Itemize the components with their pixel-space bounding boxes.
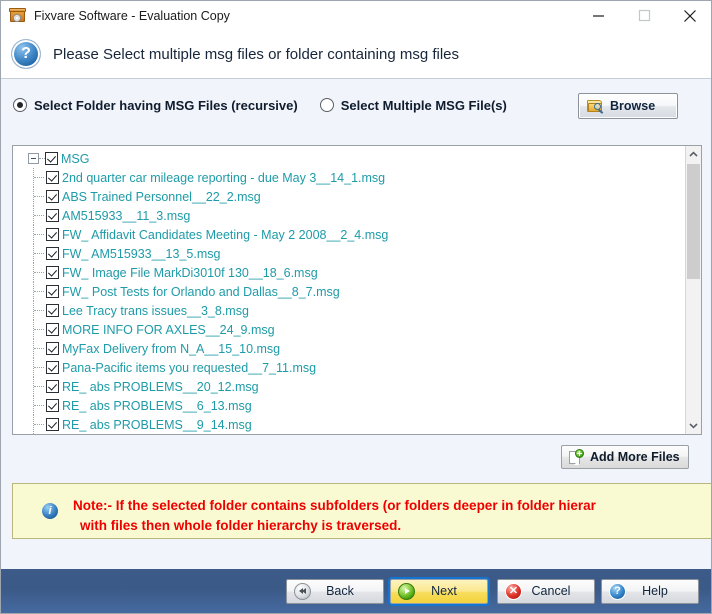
cancel-button[interactable]: ✕ Cancel xyxy=(497,578,595,604)
question-mark-icon: ? xyxy=(11,39,41,69)
tree-file-label: MyFax Delivery from N_A__15_10.msg xyxy=(62,341,281,356)
minimize-icon[interactable] xyxy=(575,1,621,30)
cancel-x-icon: ✕ xyxy=(505,582,522,600)
radio-multi-mark xyxy=(319,98,334,112)
page-title: Please Select multiple msg files or fold… xyxy=(53,45,460,63)
tree-file-item[interactable]: Pana-Pacific items you requested__7_11.m… xyxy=(13,358,685,377)
rewind-icon xyxy=(294,582,311,600)
tree-file-item[interactable]: FW_ Affidavit Candidates Meeting - May 2… xyxy=(13,225,685,244)
tree-file-checkbox[interactable] xyxy=(46,285,59,298)
tree-file-item[interactable]: RE_ abs PROBLEMS__6_13.msg xyxy=(13,396,685,415)
tree-file-checkbox[interactable] xyxy=(46,380,59,393)
tree-file-item[interactable]: RE_ abs PROBLEMS__20_12.msg xyxy=(13,377,685,396)
radio-select-folder[interactable]: Select Folder having MSG Files (recursiv… xyxy=(13,98,298,113)
folder-search-icon xyxy=(587,99,604,114)
application-window: Fixvare Software - Evaluation Copy ? Ple… xyxy=(0,0,712,614)
note-line-1: Note:- If the selected folder contains s… xyxy=(73,498,596,513)
radio-folder-label: Select Folder having MSG Files (recursiv… xyxy=(34,97,298,113)
close-icon[interactable] xyxy=(667,1,711,30)
radio-folder-mark xyxy=(13,98,27,112)
tree-file-label: 2nd quarter car mileage reporting - due … xyxy=(62,170,386,185)
tree-file-item[interactable]: ABS Trained Personnel__22_2.msg xyxy=(13,187,685,206)
back-label: Back xyxy=(326,584,354,598)
tree-file-item[interactable]: MyFax Delivery from N_A__15_10.msg xyxy=(13,339,685,358)
help-label: Help xyxy=(642,584,668,598)
tree-file-checkbox[interactable] xyxy=(46,190,59,203)
window-title: Fixvare Software - Evaluation Copy xyxy=(34,8,230,23)
browse-label: Browse xyxy=(610,99,656,113)
tree-vertical-scrollbar[interactable] xyxy=(685,146,701,434)
tree-file-checkbox[interactable] xyxy=(46,323,59,336)
tree-file-label: FW_ AM515933__13_5.msg xyxy=(62,246,221,261)
tree-file-label: FW_ Post Tests for Orlando and Dallas__8… xyxy=(62,284,340,299)
footer-bar: Back Next ✕ Cancel ? Help xyxy=(1,569,711,613)
tree-file-checkbox[interactable] xyxy=(46,266,59,279)
instruction-header: ? Please Select multiple msg files or fo… xyxy=(1,30,711,79)
tree-file-label: MORE INFO FOR AXLES__24_9.msg xyxy=(62,322,275,337)
tree-file-checkbox[interactable] xyxy=(46,209,59,222)
tree-file-label: Lee Tracy trans issues__3_8.msg xyxy=(62,303,249,318)
tree-file-item[interactable]: RE_ abs PROBLEMS__9_14.msg xyxy=(13,415,685,434)
help-button[interactable]: ? Help xyxy=(601,578,699,604)
add-more-files-button[interactable]: Add More Files xyxy=(561,445,689,469)
note-line-2: with files then whole folder hierarchy i… xyxy=(80,517,402,533)
info-icon: i xyxy=(42,503,58,519)
tree-file-item[interactable]: FW_ AM515933__13_5.msg xyxy=(13,244,685,263)
file-tree-panel: MSG 2nd quarter car mileage reporting - … xyxy=(12,145,702,435)
chevron-up-icon[interactable] xyxy=(686,146,701,163)
tree-file-item[interactable]: Lee Tracy trans issues__3_8.msg xyxy=(13,301,685,320)
next-button[interactable]: Next xyxy=(388,576,490,606)
tree-file-checkbox[interactable] xyxy=(46,171,59,184)
next-label: Next xyxy=(431,584,457,598)
collapse-icon[interactable] xyxy=(28,153,39,164)
tree-file-checkbox[interactable] xyxy=(46,418,59,431)
radio-multi-label: Select Multiple MSG File(s) xyxy=(340,97,507,113)
tree-file-checkbox[interactable] xyxy=(46,399,59,412)
tree-file-label: Pana-Pacific items you requested__7_11.m… xyxy=(62,360,317,375)
cancel-label: Cancel xyxy=(531,584,571,598)
tree-file-checkbox[interactable] xyxy=(46,361,59,374)
tree-file-checkbox[interactable] xyxy=(46,304,59,317)
title-bar: Fixvare Software - Evaluation Copy xyxy=(1,1,711,31)
tree-file-checkbox[interactable] xyxy=(46,247,59,260)
add-file-icon xyxy=(569,448,584,465)
note-banner: i Note:- If the selected folder contains… xyxy=(12,483,711,539)
tree-file-checkbox[interactable] xyxy=(46,342,59,355)
archive-box-icon xyxy=(9,7,26,24)
radio-select-multiple-files[interactable]: Select Multiple MSG File(s) xyxy=(319,97,507,113)
tree-root-checkbox[interactable] xyxy=(45,152,58,165)
tree-file-label: RE_ abs PROBLEMS__20_12.msg xyxy=(62,379,259,394)
file-tree: MSG 2nd quarter car mileage reporting - … xyxy=(13,146,685,434)
tree-file-label: RE_ abs PROBLEMS__9_14.msg xyxy=(62,417,252,432)
chevron-down-icon[interactable] xyxy=(686,417,701,434)
note-text: Note:- If the selected folder contains s… xyxy=(73,496,711,535)
tree-file-label: FW_ Image File MarkDi3010f 130__18_6.msg xyxy=(62,265,318,280)
tree-file-item[interactable]: FW_ Image File MarkDi3010f 130__18_6.msg xyxy=(13,263,685,282)
tree-root-label: MSG xyxy=(61,151,90,166)
tree-file-label: FW_ Affidavit Candidates Meeting - May 2… xyxy=(62,227,389,242)
back-button[interactable]: Back xyxy=(286,578,384,604)
add-more-files-label: Add More Files xyxy=(590,450,680,464)
window-controls xyxy=(575,1,711,30)
tree-root-node[interactable]: MSG xyxy=(13,149,685,168)
browse-button[interactable]: Browse xyxy=(578,93,678,119)
tree-file-label: AM515933__11_3.msg xyxy=(62,208,191,223)
tree-file-label: RE_ abs PROBLEMS__6_13.msg xyxy=(62,398,252,413)
tree-file-checkbox[interactable] xyxy=(46,228,59,241)
tree-file-item[interactable]: 2nd quarter car mileage reporting - due … xyxy=(13,168,685,187)
tree-file-item[interactable]: MORE INFO FOR AXLES__24_9.msg xyxy=(13,320,685,339)
maximize-icon[interactable] xyxy=(621,1,667,30)
tree-file-label: ABS Trained Personnel__22_2.msg xyxy=(62,189,261,204)
tree-file-item[interactable]: FW_ Post Tests for Orlando and Dallas__8… xyxy=(13,282,685,301)
play-icon xyxy=(398,582,415,600)
question-mark-icon: ? xyxy=(609,582,626,600)
tree-file-item[interactable]: AM515933__11_3.msg xyxy=(13,206,685,225)
scrollbar-thumb[interactable] xyxy=(687,164,700,279)
